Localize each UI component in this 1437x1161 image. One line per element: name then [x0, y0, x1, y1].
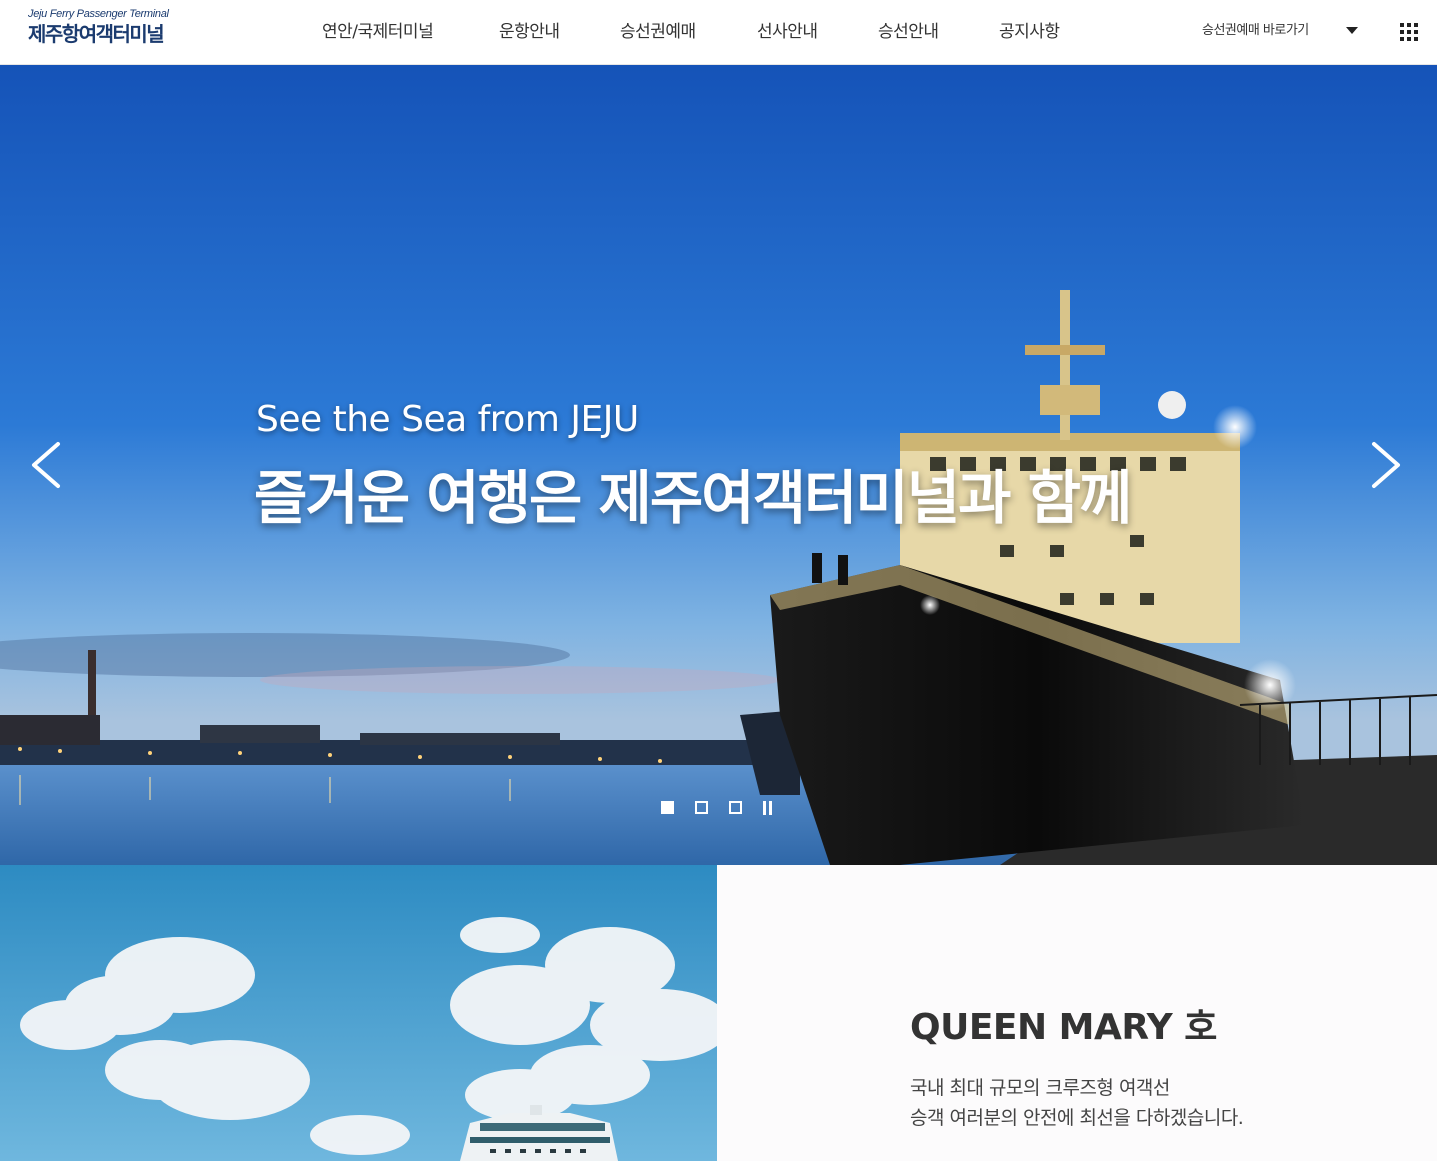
nav-item-terminal[interactable]: 연안/국제터미널 — [322, 20, 434, 44]
feature-description-line-2: 승객 여러분의 안전에 최선을 다하겠습니다. — [910, 1107, 1244, 1129]
slide-indicator-2[interactable] — [695, 801, 708, 814]
quick-ticketing-link[interactable]: 승선권예매 바로가기 — [1202, 21, 1309, 41]
logo-english-text: Jeju Ferry Passenger Terminal — [28, 8, 169, 20]
pause-icon[interactable] — [762, 801, 774, 815]
chevron-down-icon[interactable] — [1346, 27, 1358, 34]
logo-korean-text: 제주항여객터미널 — [28, 22, 165, 46]
hero-subtitle: See the Sea from JEJU — [256, 399, 639, 440]
nav-item-boarding[interactable]: 승선안내 — [878, 20, 939, 44]
nav-item-schedule[interactable]: 운항안내 — [499, 20, 560, 44]
feature-description: 국내 최대 규모의 크루즈형 여객선 승객 여러분의 안전에 최선을 다하겠습니… — [910, 1073, 1244, 1133]
cruise-ship-photo — [0, 865, 717, 1161]
hero-title: 즐거운 여행은 제주여객터미널과 함께 — [254, 464, 1132, 532]
site-logo[interactable]: Jeju Ferry Passenger Terminal 제주항여객터미널 — [28, 7, 198, 53]
nav-item-shipping-lines[interactable]: 선사안내 — [757, 20, 818, 44]
hero-slider: See the Sea from JEJU 즐거운 여행은 제주여객터미널과 함… — [0, 65, 1437, 865]
chevron-left-icon[interactable] — [28, 440, 62, 490]
slide-indicator-1[interactable] — [661, 801, 674, 814]
slide-indicator-3[interactable] — [729, 801, 742, 814]
feature-description-line-1: 국내 최대 규모의 크루즈형 여객선 — [910, 1077, 1170, 1099]
chevron-right-icon[interactable] — [1370, 440, 1404, 490]
feature-info-panel: QUEEN MARY 호 국내 최대 규모의 크루즈형 여객선 승객 여러분의 … — [717, 865, 1437, 1161]
grid-menu-icon[interactable] — [1400, 23, 1418, 41]
cruise-ship-image — [0, 865, 717, 1161]
site-header: Jeju Ferry Passenger Terminal 제주항여객터미널 연… — [0, 0, 1437, 65]
nav-item-ticketing[interactable]: 승선권예매 — [620, 20, 696, 44]
nav-item-notice[interactable]: 공지사항 — [999, 20, 1060, 44]
feature-title: QUEEN MARY 호 — [910, 1007, 1217, 1048]
